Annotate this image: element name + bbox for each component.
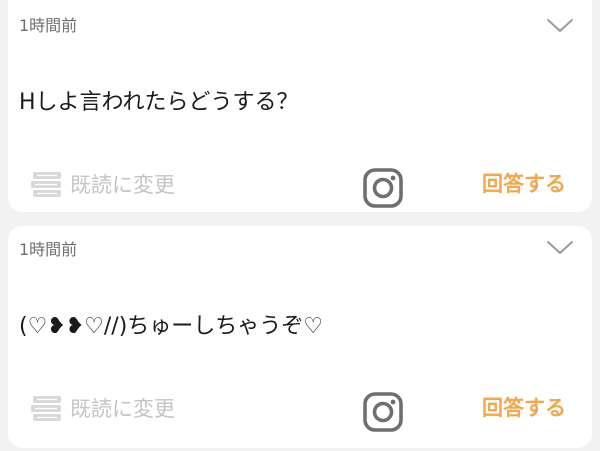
chevron-down-icon[interactable] [546,18,574,34]
question-text: Hしよ言われたらどうする？ [19,90,299,115]
instagram-icon[interactable] [363,392,403,432]
question-card[interactable]: 1時間前 Hしよ言われたらどうする？ 既読に変更 回答する [8,0,592,212]
post-timestamp: 1時間前 [19,16,78,35]
mark-as-read-button[interactable]: 既読に変更 [30,394,175,424]
books-stack-icon [31,172,61,197]
question-card[interactable]: 1時間前 (♡❥❥♡//)ちゅーしちゃうぞ♡ 既読に変更 回答する [8,226,592,448]
chevron-down-icon[interactable] [546,240,574,256]
question-text: (♡❥❥♡//)ちゅーしちゃうぞ♡ [19,314,324,339]
card-footer: 既読に変更 回答する [8,392,592,432]
post-timestamp: 1時間前 [19,240,78,259]
books-stack-icon [31,396,61,421]
mark-as-read-button[interactable]: 既読に変更 [30,170,175,200]
answer-button[interactable]: 回答する [482,398,566,419]
instagram-icon[interactable] [363,168,403,208]
answer-button[interactable]: 回答する [482,174,566,195]
mark-as-read-label: 既読に変更 [70,396,175,421]
mark-as-read-label: 既読に変更 [70,172,175,197]
card-footer: 既読に変更 回答する [8,168,592,208]
